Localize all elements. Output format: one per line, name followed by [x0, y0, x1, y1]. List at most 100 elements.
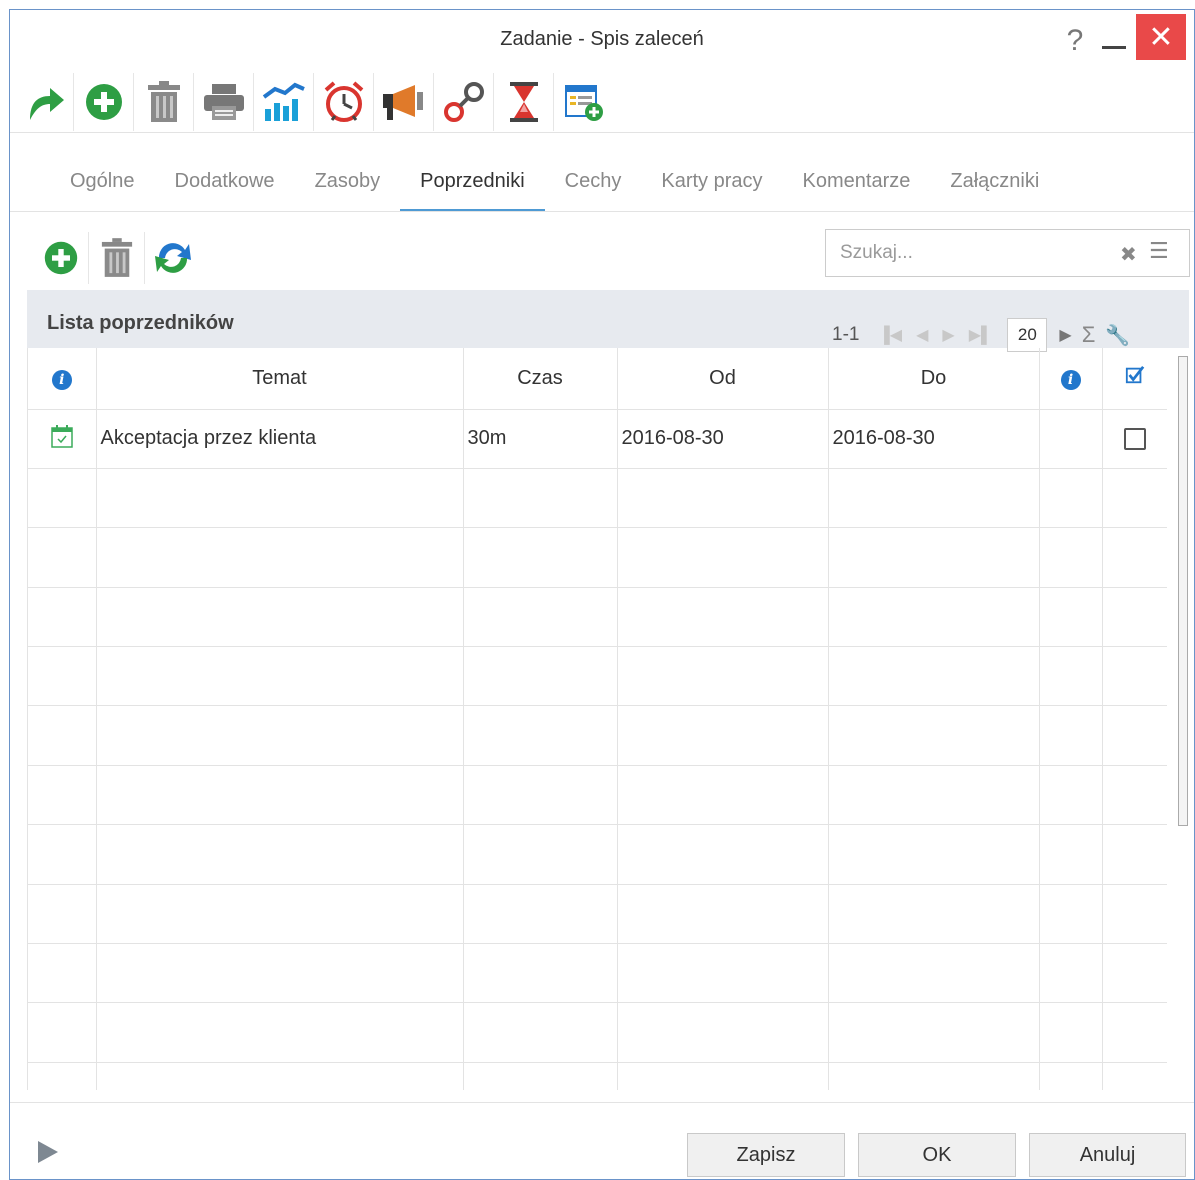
sum-icon[interactable]: Σ	[1082, 322, 1096, 348]
empty-row	[28, 824, 1167, 885]
empty-row	[28, 943, 1167, 1004]
empty-row	[28, 705, 1167, 766]
empty-cell	[463, 943, 618, 1004]
minimize-button[interactable]	[1096, 14, 1132, 60]
empty-cell	[1102, 1002, 1167, 1063]
empty-row	[28, 1002, 1167, 1063]
minimize-icon	[1102, 45, 1126, 49]
alarm-button[interactable]	[314, 73, 374, 131]
search-input[interactable]	[840, 240, 1100, 266]
empty-cell	[828, 1062, 1040, 1090]
column-header-info[interactable]: i	[28, 348, 97, 410]
empty-cell	[1039, 1002, 1103, 1063]
cancel-button[interactable]: Anuluj	[1029, 1133, 1186, 1177]
form-add-button[interactable]	[554, 73, 614, 131]
empty-cell	[1102, 527, 1167, 588]
ok-button[interactable]: OK	[858, 1133, 1016, 1177]
empty-cell	[96, 765, 464, 826]
empty-cell	[28, 884, 97, 945]
wrench-icon[interactable]: 🔧	[1105, 323, 1130, 348]
empty-cell	[617, 705, 829, 766]
empty-cell	[96, 824, 464, 885]
help-button[interactable]: ?	[1062, 18, 1088, 64]
search-menu-icon[interactable]: ☰	[1149, 238, 1169, 264]
empty-cell	[463, 527, 618, 588]
grid-delete-button[interactable]	[89, 232, 145, 284]
empty-cell	[28, 824, 97, 885]
tab-zasoby[interactable]: Zasoby	[295, 158, 401, 212]
last-page-icon[interactable]: ▶▌	[969, 325, 993, 345]
empty-cell	[96, 943, 464, 1004]
add-button[interactable]	[74, 73, 134, 131]
chart-button[interactable]	[254, 73, 314, 131]
empty-cell	[1039, 943, 1103, 1004]
forward-button[interactable]	[14, 73, 74, 131]
empty-cell	[96, 1002, 464, 1063]
tab-ogolne[interactable]: Ogólne	[50, 158, 155, 212]
empty-row	[28, 646, 1167, 707]
page-size-dropdown-icon[interactable]: ▶	[1059, 325, 1071, 345]
empty-cell	[1039, 765, 1103, 826]
toolbar-divider	[10, 132, 1194, 133]
empty-cell	[1102, 1062, 1167, 1090]
table-row[interactable]: Akceptacja przez klienta 30m 2016-08-30 …	[28, 409, 1167, 469]
empty-cell	[96, 646, 464, 707]
do-cell: 2016-08-30	[828, 409, 1040, 469]
empty-cell	[463, 468, 618, 529]
empty-cell	[28, 705, 97, 766]
tab-komentarze[interactable]: Komentarze	[783, 158, 931, 212]
column-header-od[interactable]: Od	[617, 348, 829, 410]
info-cell	[1039, 409, 1103, 469]
tab-dodatkowe[interactable]: Dodatkowe	[155, 158, 295, 212]
empty-cell	[828, 705, 1040, 766]
column-header-do[interactable]: Do	[828, 348, 1040, 410]
grid-scrollbar[interactable]	[1177, 348, 1189, 1090]
chart-icon	[262, 82, 305, 121]
empty-cell	[1102, 824, 1167, 885]
save-button[interactable]: Zapisz	[687, 1133, 845, 1177]
info-icon: i	[1060, 369, 1081, 390]
link-button[interactable]	[434, 73, 494, 131]
empty-cell	[828, 646, 1040, 707]
column-header-info2[interactable]: i	[1039, 348, 1103, 410]
tab-zalaczniki[interactable]: Załączniki	[930, 158, 1059, 212]
empty-cell	[463, 824, 618, 885]
empty-row	[28, 1062, 1167, 1090]
add-icon	[85, 84, 122, 120]
empty-cell	[463, 1002, 618, 1063]
play-icon[interactable]	[38, 1141, 58, 1163]
megaphone-icon	[382, 85, 423, 120]
announce-button[interactable]	[374, 73, 434, 131]
close-button[interactable]: ✕	[1136, 14, 1186, 60]
tab-poprzedniki[interactable]: Poprzedniki	[400, 158, 545, 212]
time-button[interactable]	[494, 73, 554, 131]
empty-cell	[96, 587, 464, 648]
row-checkbox[interactable]	[1124, 427, 1146, 450]
clear-search-icon[interactable]: ✖	[1120, 242, 1137, 267]
empty-cell	[1102, 943, 1167, 1004]
scrollbar-thumb[interactable]	[1178, 356, 1188, 826]
print-button[interactable]	[194, 73, 254, 131]
column-header-czas[interactable]: Czas	[463, 348, 618, 410]
column-header-select-all[interactable]	[1102, 348, 1167, 410]
page-size-input[interactable]: 20	[1007, 318, 1048, 352]
tab-karty-pracy[interactable]: Karty pracy	[641, 158, 782, 212]
empty-cell	[1039, 527, 1103, 588]
select-all-checkbox-icon	[1125, 366, 1145, 384]
prev-page-icon[interactable]: ◀	[916, 325, 928, 345]
delete-button[interactable]	[134, 73, 194, 131]
dialog-window: Zadanie - Spis zaleceń ? ✕ Ogólne Dodatk…	[9, 9, 1195, 1180]
column-header-temat[interactable]: Temat	[96, 348, 464, 410]
tabs-divider	[10, 211, 1194, 212]
hourglass-icon	[509, 82, 538, 122]
empty-cell	[96, 468, 464, 529]
empty-cell	[828, 587, 1040, 648]
next-page-icon[interactable]: ▶	[942, 325, 954, 345]
grid-add-button[interactable]	[33, 232, 89, 284]
first-page-icon[interactable]: ▐◀	[878, 325, 902, 345]
grid-refresh-button[interactable]	[145, 232, 201, 284]
empty-cell	[617, 765, 829, 826]
empty-cell	[28, 943, 97, 1004]
empty-cell	[1102, 587, 1167, 648]
tab-cechy[interactable]: Cechy	[545, 158, 642, 212]
